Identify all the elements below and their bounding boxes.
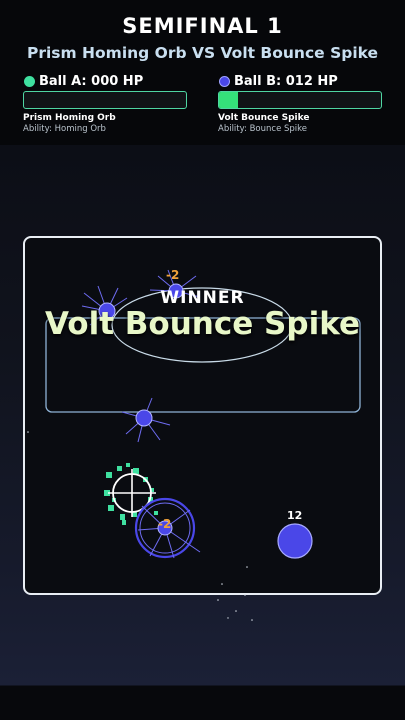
damage-popup-2: -2 <box>158 517 172 531</box>
arena-graphics <box>27 269 361 621</box>
winner-name: Volt Bounce Spike <box>44 306 361 342</box>
prism-homing-orb <box>104 463 158 525</box>
winner-label: WINNER <box>160 288 245 308</box>
spike-ball-3 <box>121 397 171 443</box>
ball-hp-label: 12 <box>287 509 303 522</box>
damage-popup-1: -2 <box>166 268 180 282</box>
game-screen: SEMIFINAL 1 Prism Homing Orb VS Volt Bou… <box>0 0 405 720</box>
player-b-ball <box>277 523 313 559</box>
